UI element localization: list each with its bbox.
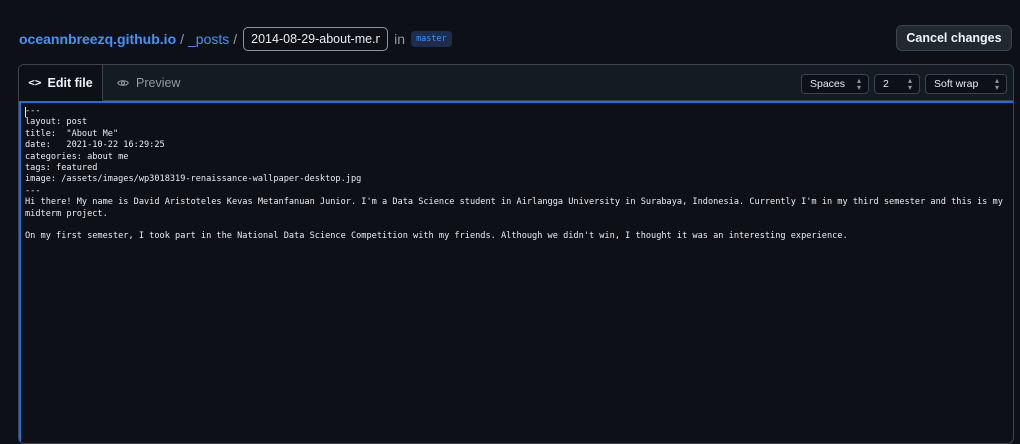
editor-tabbar: <> Edit file Preview Spaces ▴ ▾ 2 ▴ ▾ Soft… bbox=[19, 65, 1013, 101]
breadcrumb-separator: / bbox=[233, 31, 238, 47]
indent-mode-select[interactable]: Spaces ▴ ▾ bbox=[801, 74, 869, 94]
code-line: image: /assets/images/wp3018319-renaissa… bbox=[25, 174, 362, 185]
select-arrows-icon: ▴ ▾ bbox=[856, 76, 861, 92]
code-line: layout: post bbox=[25, 117, 88, 128]
branch-badge: master bbox=[411, 31, 452, 47]
top-bar: oceannbreezq.github.io / _posts / in mas… bbox=[0, 0, 1020, 62]
select-arrows-icon: ▴ ▾ bbox=[907, 76, 912, 92]
tab-edit-file-label: Edit file bbox=[47, 75, 93, 90]
eye-icon bbox=[117, 80, 129, 86]
code-line: tags: featured bbox=[25, 163, 98, 174]
repo-link[interactable]: oceannbreezq.github.io bbox=[19, 31, 176, 47]
indent-mode-value: Spaces bbox=[810, 78, 846, 90]
code-line: categories: about me bbox=[25, 151, 129, 162]
select-arrows-icon: ▴ ▾ bbox=[994, 76, 999, 92]
indent-size-select[interactable]: 2 ▴ ▾ bbox=[874, 74, 920, 94]
wrap-mode-select[interactable]: Soft wrap ▴ ▾ bbox=[925, 74, 1007, 94]
editor-panel: <> Edit file Preview Spaces ▴ ▾ 2 ▴ ▾ Soft… bbox=[18, 64, 1014, 444]
tab-edit-file[interactable]: <> Edit file bbox=[19, 65, 103, 101]
text-cursor bbox=[25, 107, 26, 117]
wrap-mode-value: Soft wrap bbox=[934, 78, 979, 90]
code-line: --- bbox=[25, 185, 41, 196]
breadcrumb: oceannbreezq.github.io / _posts / in mas… bbox=[19, 27, 452, 51]
tab-preview[interactable]: Preview bbox=[117, 65, 180, 101]
in-label: in bbox=[394, 31, 406, 47]
indent-size-value: 2 bbox=[883, 78, 889, 90]
cancel-changes-button[interactable]: Cancel changes bbox=[896, 25, 1012, 51]
filename-input[interactable] bbox=[243, 27, 389, 51]
code-line: --- bbox=[25, 106, 41, 116]
breadcrumb-separator: / bbox=[180, 31, 185, 47]
code-line: Hi there! My name is David Aristoteles K… bbox=[25, 197, 1009, 219]
folder-link[interactable]: _posts bbox=[188, 31, 229, 47]
code-line: On my first semester, I took part in the… bbox=[25, 231, 848, 242]
tab-preview-label: Preview bbox=[136, 76, 181, 90]
code-line: date: 2021-10-22 16:29:25 bbox=[25, 140, 165, 151]
code-editor[interactable]: --- layout: post title: "About Me" date:… bbox=[19, 101, 1013, 443]
code-icon: <> bbox=[28, 76, 42, 89]
code-line: title: "About Me" bbox=[25, 128, 119, 139]
